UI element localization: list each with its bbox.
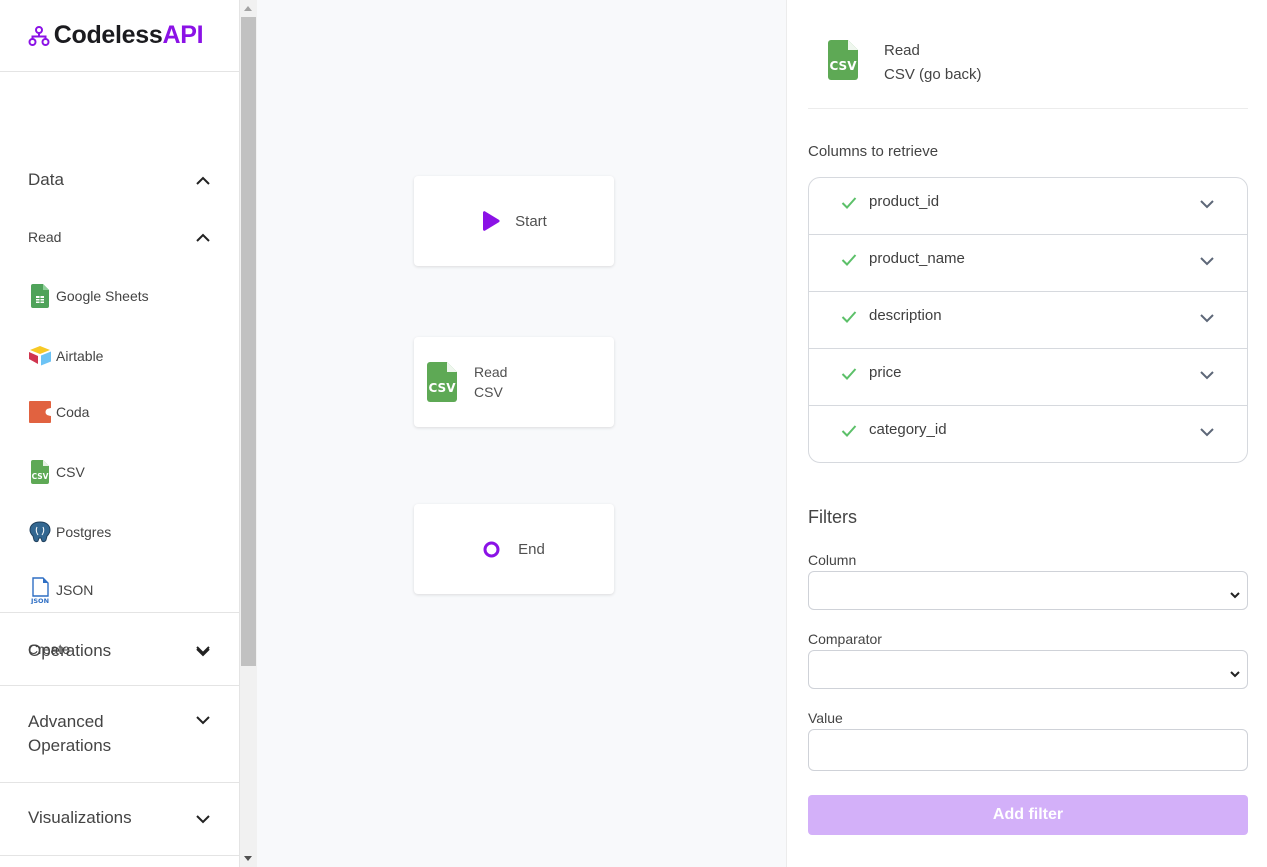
sidebar-section-advanced-operations-header[interactable]: Advanced Operations (28, 710, 211, 758)
sidebar-item-label: Coda (56, 404, 90, 420)
scroll-up-arrow-icon[interactable] (244, 6, 252, 11)
node-end[interactable]: End (414, 504, 614, 594)
column-name: price (869, 364, 902, 381)
chevron-down-icon[interactable] (1199, 424, 1215, 442)
sidebar-item-google-sheets[interactable]: Google Sheets (28, 284, 149, 308)
sidebar-section-data: Data Read Google Sheets Airtable Coda CS… (0, 72, 239, 657)
sidebar-section-visualizations: Visualizations (0, 783, 239, 856)
coda-icon (28, 400, 52, 424)
json-icon: JSON (28, 577, 52, 604)
postgres-icon (28, 520, 52, 544)
csv-icon: CSV (28, 460, 52, 484)
column-row[interactable]: description (809, 292, 1247, 349)
section-title: Visualizations (28, 808, 132, 827)
sidebar-subsection-read-header[interactable]: Read (28, 228, 211, 246)
sidebar-section-operations: Operations (0, 613, 239, 686)
chevron-down-icon[interactable] (1199, 196, 1215, 214)
sidebar-scrollbar[interactable] (240, 0, 257, 867)
airtable-icon (28, 344, 52, 368)
columns-label: Columns to retrieve (808, 143, 939, 160)
sidebar-item-csv[interactable]: CSV CSV (28, 460, 85, 484)
chevron-up-icon (195, 230, 211, 246)
node-label: Start (515, 212, 547, 230)
chevron-down-icon[interactable] (1199, 367, 1215, 385)
svg-text:CSV: CSV (830, 59, 858, 73)
chevron-down-icon (195, 712, 211, 728)
chevron-down-icon (195, 644, 211, 660)
node-settings-panel: CSV Read CSV (go back) Columns to retrie… (786, 0, 1267, 867)
chevron-down-icon (1229, 665, 1241, 683)
column-row[interactable]: product_id (809, 178, 1247, 235)
add-filter-button[interactable]: Add filter (808, 795, 1248, 835)
play-icon (481, 210, 501, 232)
flow-canvas[interactable]: Start CSV Read CSV End (257, 0, 786, 867)
value-field-label: Value (808, 710, 843, 726)
section-title: Data (28, 170, 64, 189)
column-name: product_id (869, 193, 940, 210)
sidebar-item-json[interactable]: JSON JSON (28, 577, 94, 604)
column-row[interactable]: product_name (809, 235, 1247, 292)
sitemap-icon (28, 25, 50, 46)
column-name: description (869, 307, 942, 324)
csv-icon: CSV (427, 362, 457, 402)
column-name: product_name (869, 250, 965, 267)
svg-text:CSV: CSV (429, 381, 457, 395)
sidebar-item-label: JSON (56, 582, 94, 598)
sidebar-item-airtable[interactable]: Airtable (28, 344, 103, 368)
svg-text:JSON: JSON (30, 597, 49, 604)
sidebar-item-coda[interactable]: Coda (28, 400, 89, 424)
column-select[interactable] (808, 571, 1248, 610)
logo[interactable]: CodelessAPI (0, 0, 239, 72)
value-input[interactable] (808, 729, 1248, 771)
column-name: category_id (869, 421, 947, 438)
svg-text:CSV: CSV (32, 472, 49, 481)
sidebar: CodelessAPI Data Read Google Sheets Airt… (0, 0, 240, 867)
comparator-field-label: Comparator (808, 631, 882, 647)
google-sheets-icon (28, 284, 52, 308)
sidebar-section-visualizations-header[interactable]: Visualizations (28, 806, 211, 830)
subsection-title: Read (28, 229, 62, 245)
section-title: Advanced Operations (28, 712, 112, 755)
csv-icon: CSV (828, 40, 858, 85)
panel-title-action: Read (884, 42, 920, 59)
node-read-csv[interactable]: CSV Read CSV (414, 337, 614, 427)
comparator-select[interactable] (808, 650, 1248, 689)
sidebar-item-label: Postgres (56, 524, 112, 540)
node-text: Read CSV (474, 364, 508, 400)
sidebar-item-label: Airtable (56, 348, 104, 364)
panel-header: CSV Read CSV (go back) (808, 0, 1248, 109)
chevron-down-icon (1229, 586, 1241, 604)
sidebar-section-advanced-operations: Advanced Operations (0, 686, 239, 783)
go-back-link[interactable]: CSV (go back) (884, 66, 982, 83)
column-field-label: Column (808, 552, 857, 568)
scroll-down-arrow-icon[interactable] (244, 856, 252, 861)
check-icon[interactable] (841, 196, 857, 214)
filters-title: Filters (808, 507, 857, 527)
sidebar-section-operations-header[interactable]: Operations (28, 639, 211, 663)
node-label: End (518, 540, 545, 558)
column-row[interactable]: price (809, 349, 1247, 406)
sidebar-item-postgres[interactable]: Postgres (28, 520, 111, 544)
check-icon[interactable] (841, 253, 857, 271)
columns-list: product_id product_name description pric… (808, 177, 1248, 463)
chevron-down-icon[interactable] (1199, 253, 1215, 271)
node-start[interactable]: Start (414, 176, 614, 266)
column-row[interactable]: category_id (809, 406, 1247, 462)
scroll-thumb[interactable] (241, 17, 256, 666)
chevron-down-icon (195, 811, 211, 827)
sidebar-section-data-header[interactable]: Data (28, 168, 211, 192)
section-title: Operations (28, 641, 112, 660)
check-icon[interactable] (841, 367, 857, 385)
sidebar-item-label: CSV (56, 464, 85, 480)
brand-name: CodelessAPI (53, 21, 204, 49)
chevron-up-icon (195, 173, 211, 189)
chevron-down-icon[interactable] (1199, 310, 1215, 328)
check-icon[interactable] (841, 310, 857, 328)
circle-icon (483, 541, 500, 558)
check-icon[interactable] (841, 424, 857, 442)
sidebar-item-label: Google Sheets (56, 288, 149, 304)
